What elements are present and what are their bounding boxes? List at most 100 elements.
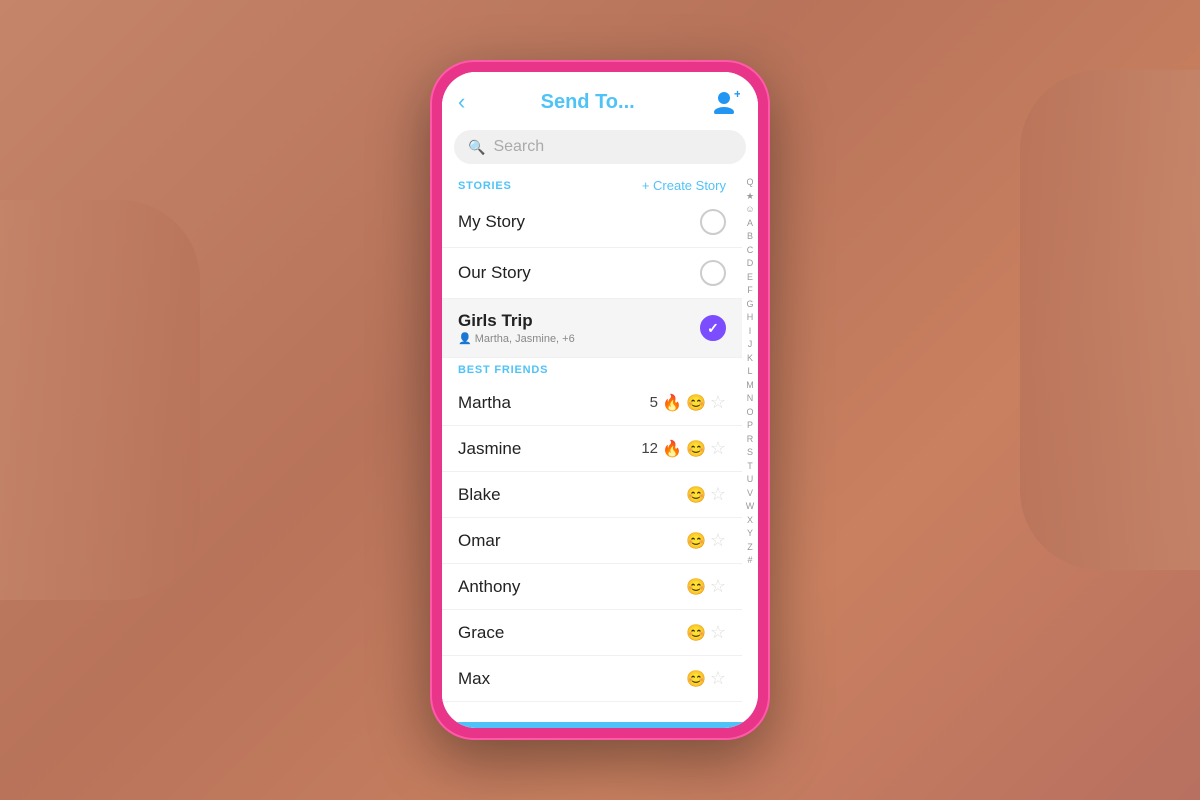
alpha-h[interactable]: H: [747, 311, 754, 325]
add-friend-button[interactable]: +: [710, 86, 742, 118]
alphabet-index: Q ★ ☺ A B C D E F G H I J K L: [742, 172, 758, 722]
alpha-v[interactable]: V: [747, 487, 753, 501]
item-name: Our Story: [458, 263, 700, 283]
item-name: Anthony: [458, 577, 686, 597]
alpha-e[interactable]: E: [747, 271, 753, 285]
alpha-r[interactable]: R: [747, 433, 754, 447]
alpha-j[interactable]: J: [748, 338, 753, 352]
alpha-y[interactable]: Y: [747, 527, 753, 541]
alpha-s[interactable]: S: [747, 446, 753, 460]
star-icon[interactable]: ☆: [710, 668, 726, 689]
alpha-w[interactable]: W: [746, 500, 755, 514]
list-container: STORIES + Create Story My Story: [442, 172, 758, 722]
item-info: Our Story: [458, 263, 700, 283]
best-friends-section-label: BEST FRIENDS: [458, 364, 548, 376]
item-info: Jasmine: [458, 439, 641, 459]
star-icon[interactable]: ☆: [710, 622, 726, 643]
item-right: [700, 260, 726, 286]
phone-inner: ‹ Send To... + 🔍 Search: [442, 72, 758, 728]
item-name: Girls Trip: [458, 311, 700, 331]
list-item[interactable]: Anthony 😊 ☆: [442, 564, 742, 610]
fire-emoji: 🔥: [662, 439, 682, 459]
alpha-q[interactable]: Q: [746, 176, 753, 190]
list-item[interactable]: Omar 😊 ☆: [442, 518, 742, 564]
item-right: 😊 ☆: [686, 576, 726, 597]
alpha-hash[interactable]: #: [747, 554, 752, 568]
list-item[interactable]: Grace 😊 ☆: [442, 610, 742, 656]
item-right: 12 🔥 😊 ☆: [641, 438, 726, 459]
plus-icon: +: [734, 90, 740, 101]
alpha-x[interactable]: X: [747, 514, 753, 528]
streak-count: 12: [641, 440, 658, 457]
alpha-t[interactable]: T: [747, 460, 753, 474]
item-right: [700, 209, 726, 235]
smile-emoji: 😊: [686, 485, 706, 505]
search-bar[interactable]: 🔍 Search: [454, 130, 746, 164]
alpha-face[interactable]: ☺: [745, 203, 754, 217]
item-name: Max: [458, 669, 686, 689]
list-item[interactable]: Max 😊 ☆: [442, 656, 742, 702]
item-name: My Story: [458, 212, 700, 232]
smile-emoji: 😊: [686, 577, 706, 597]
list-item[interactable]: Girls Trip 👤 Martha, Jasmine, +6: [442, 299, 742, 358]
alpha-star[interactable]: ★: [746, 190, 754, 204]
alpha-i[interactable]: I: [749, 325, 752, 339]
alpha-u[interactable]: U: [747, 473, 754, 487]
phone-shell: ‹ Send To... + 🔍 Search: [430, 60, 770, 740]
star-icon[interactable]: ☆: [710, 576, 726, 597]
alpha-p[interactable]: P: [747, 419, 753, 433]
smile-emoji: 😊: [686, 623, 706, 643]
search-icon: 🔍: [468, 139, 485, 156]
star-icon[interactable]: ☆: [710, 392, 726, 413]
alpha-b[interactable]: B: [747, 230, 753, 244]
item-subtitle: 👤 Martha, Jasmine, +6: [458, 332, 700, 345]
header-title: Send To...: [465, 91, 710, 114]
star-icon[interactable]: ☆: [710, 530, 726, 551]
alpha-f[interactable]: F: [747, 284, 753, 298]
story-checkbox-girls-trip[interactable]: [700, 315, 726, 341]
alpha-n[interactable]: N: [747, 392, 754, 406]
list-item[interactable]: Jasmine 12 🔥 😊 ☆: [442, 426, 742, 472]
streak-count: 5: [650, 394, 658, 411]
item-info: Anthony: [458, 577, 686, 597]
item-right: 😊 ☆: [686, 530, 726, 551]
story-checkbox-our-story[interactable]: [700, 260, 726, 286]
item-right: 😊 ☆: [686, 668, 726, 689]
alpha-z[interactable]: Z: [747, 541, 753, 555]
alpha-d[interactable]: D: [747, 257, 754, 271]
alpha-l[interactable]: L: [747, 365, 752, 379]
back-button[interactable]: ‹: [458, 89, 465, 115]
star-icon[interactable]: ☆: [710, 484, 726, 505]
smile-emoji: 😊: [686, 393, 706, 413]
alpha-g[interactable]: G: [746, 298, 753, 312]
list-item[interactable]: My Story: [442, 197, 742, 248]
bottom-bar: [442, 722, 758, 728]
header: ‹ Send To... +: [442, 72, 758, 126]
alpha-m[interactable]: M: [746, 379, 754, 393]
list-scroll[interactable]: STORIES + Create Story My Story: [442, 172, 742, 722]
story-checkbox-my-story[interactable]: [700, 209, 726, 235]
hand-left-bg: [0, 200, 200, 600]
item-info: Martha: [458, 393, 650, 413]
item-right: [700, 315, 726, 341]
stories-section-header: STORIES + Create Story: [442, 172, 742, 197]
hand-right-bg: [1020, 70, 1200, 570]
smile-emoji: 😊: [686, 439, 706, 459]
list-item[interactable]: Martha 5 🔥 😊 ☆: [442, 380, 742, 426]
item-right: 😊 ☆: [686, 622, 726, 643]
create-story-button[interactable]: + Create Story: [642, 178, 726, 193]
alpha-k[interactable]: K: [747, 352, 753, 366]
scene: ‹ Send To... + 🔍 Search: [0, 0, 1200, 800]
search-placeholder: Search: [493, 138, 544, 156]
list-item[interactable]: Blake 😊 ☆: [442, 472, 742, 518]
list-item[interactable]: Our Story: [442, 248, 742, 299]
item-name: Jasmine: [458, 439, 641, 459]
item-info: Grace: [458, 623, 686, 643]
alpha-c[interactable]: C: [747, 244, 754, 258]
item-info: Max: [458, 669, 686, 689]
star-icon[interactable]: ☆: [710, 438, 726, 459]
alpha-o[interactable]: O: [746, 406, 753, 420]
best-friends-section-header: BEST FRIENDS: [442, 358, 742, 380]
alpha-a[interactable]: A: [747, 217, 753, 231]
app-content: ‹ Send To... + 🔍 Search: [442, 72, 758, 728]
